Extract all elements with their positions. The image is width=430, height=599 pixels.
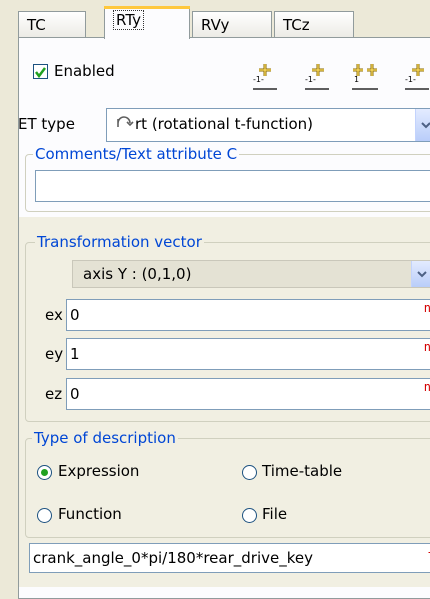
ez-value: 0 (70, 385, 80, 403)
tab-label: TC (27, 16, 46, 34)
ey-input[interactable]: 1 n (66, 338, 430, 370)
et-type-value: rt (rotational t-function) (135, 115, 314, 133)
comments-title: Comments/Text attribute C (33, 145, 240, 163)
et-type-select[interactable]: rt (rotational t-function) (106, 108, 430, 142)
description-title: Type of description (32, 429, 178, 447)
n-marker-icon: n (424, 380, 430, 394)
radio-function-label: Function (58, 505, 122, 523)
n-marker-icon: n (424, 301, 430, 315)
add-icon[interactable]: -1- (252, 60, 278, 92)
comments-input[interactable] (35, 170, 430, 202)
radio-expression-label: Expression (58, 462, 140, 480)
radio-time-table-label: Time-table (262, 462, 343, 480)
svg-text:1: 1 (354, 75, 359, 84)
ey-value: 1 (70, 345, 80, 363)
tab-rvy[interactable]: RVy (192, 11, 272, 37)
tab-tcz[interactable]: TCz (274, 11, 354, 37)
add-pair-icon[interactable]: 1 (350, 60, 380, 92)
chevron-down-icon (417, 271, 427, 278)
chevron-down-icon (421, 122, 430, 129)
radio-file-label: File (262, 505, 288, 523)
radio-function[interactable] (37, 508, 52, 523)
checkmark-icon (35, 67, 46, 79)
rotation-icon (115, 115, 135, 139)
ex-label: ex (45, 306, 63, 324)
ex-value: 0 (70, 306, 80, 324)
radio-expression[interactable] (37, 465, 52, 480)
radio-time-table[interactable] (242, 465, 257, 480)
add-down-icon[interactable]: -1- (304, 60, 330, 92)
et-type-label: ET type (18, 115, 75, 133)
svg-text:-1-: -1- (253, 75, 264, 84)
expression-value: crank_angle_0*pi/180*rear_drive_key (33, 549, 313, 567)
transformation-title: Transformation vector (35, 233, 204, 251)
axis-select[interactable]: axis Y : (0,1,0) (72, 260, 430, 288)
ez-input[interactable]: 0 n (66, 378, 430, 410)
expression-input[interactable]: crank_angle_0*pi/180*rear_drive_key t (29, 543, 430, 573)
enabled-checkbox[interactable] (33, 64, 48, 79)
ez-label: ez (45, 385, 63, 403)
n-marker-icon: n (424, 340, 430, 354)
axis-value: axis Y : (0,1,0) (83, 265, 192, 283)
svg-text:-1-: -1- (405, 75, 416, 84)
ex-input[interactable]: 0 n (66, 299, 430, 331)
svg-text:-1-: -1- (305, 75, 316, 84)
dropdown-button[interactable] (411, 261, 430, 287)
enabled-label: Enabled (54, 62, 115, 80)
radio-file[interactable] (242, 508, 257, 523)
tab-label: RVy (201, 16, 230, 34)
tab-tc[interactable]: TC (18, 11, 86, 37)
dropdown-button[interactable] (415, 109, 430, 141)
tab-label: TCz (283, 16, 310, 34)
add-more-icon[interactable]: -1- (404, 60, 430, 92)
description-group: Type of description (25, 429, 430, 538)
ey-label: ey (45, 345, 64, 363)
tab-label: RTy (113, 10, 145, 30)
tab-rty[interactable]: RTy (104, 6, 190, 39)
